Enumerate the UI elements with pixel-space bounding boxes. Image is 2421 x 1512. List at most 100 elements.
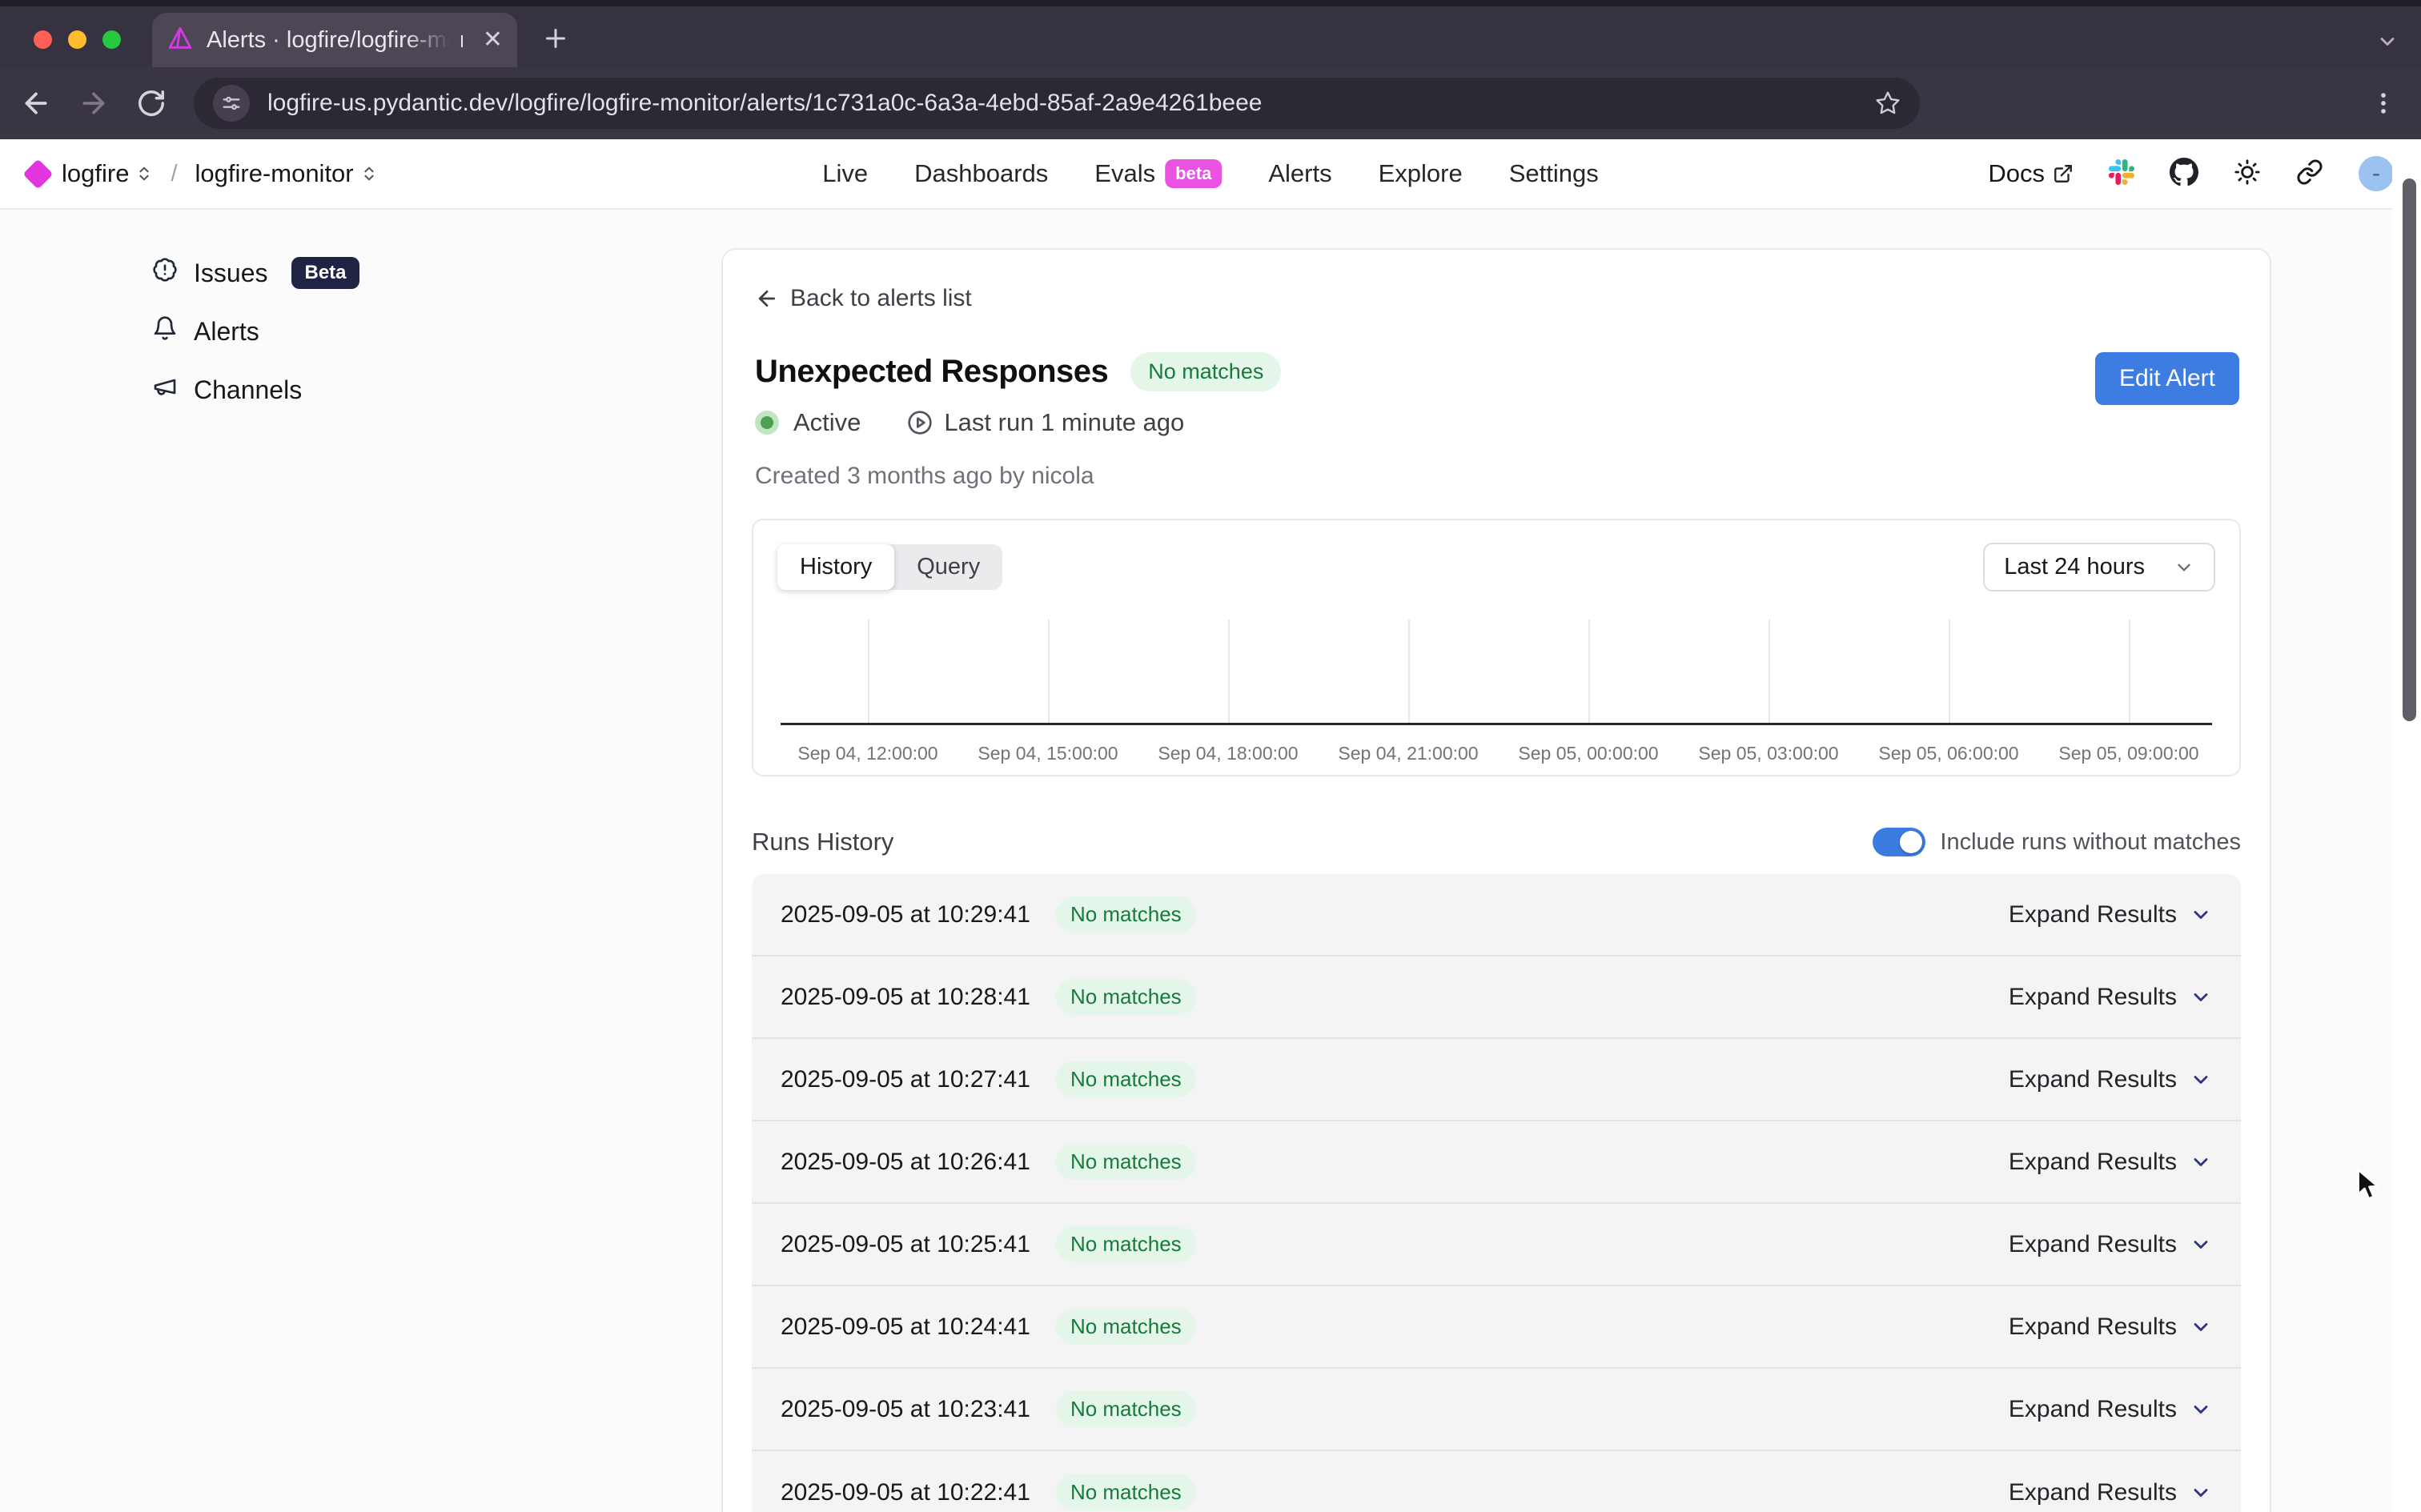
chart-gridline bbox=[2129, 620, 2130, 723]
theme-sun-icon[interactable] bbox=[2234, 158, 2261, 190]
time-range-dropdown[interactable]: Last 24 hours bbox=[1983, 543, 2215, 592]
expand-results-button[interactable]: Expand Results bbox=[2009, 1149, 2212, 1176]
match-status-badge: No matches bbox=[1130, 352, 1281, 391]
minimize-window-button[interactable] bbox=[68, 30, 86, 49]
maximize-window-button[interactable] bbox=[102, 30, 121, 49]
close-window-button[interactable] bbox=[34, 30, 52, 49]
expand-results-button[interactable]: Expand Results bbox=[2009, 1313, 2212, 1341]
chart-gridline bbox=[1228, 620, 1230, 723]
favicon-logfire-icon bbox=[167, 25, 194, 56]
run-timestamp: 2025-09-05 at 10:24:41 bbox=[781, 1313, 1030, 1341]
alert-detail-card: Back to alerts list Unexpected Responses… bbox=[721, 248, 2271, 1512]
runs-chart bbox=[781, 620, 2212, 725]
created-by-text: Created 3 months ago by nicola bbox=[755, 463, 1094, 490]
history-panel: HistoryQuery Last 24 hours Sep 04, 12:00… bbox=[752, 519, 2241, 776]
run-timestamp: 2025-09-05 at 10:25:41 bbox=[781, 1231, 1030, 1258]
sidebar-item-alerts[interactable]: Alerts bbox=[152, 313, 359, 350]
expand-results-button[interactable]: Expand Results bbox=[2009, 901, 2212, 928]
run-match-badge: No matches bbox=[1056, 1144, 1196, 1180]
chart-x-axis-ticks: Sep 04, 12:00:00Sep 04, 15:00:00Sep 04, … bbox=[781, 743, 2212, 767]
expand-results-label: Expand Results bbox=[2009, 1149, 2177, 1176]
toggle-label: Include runs without matches bbox=[1940, 829, 2241, 856]
slack-icon[interactable] bbox=[2109, 159, 2134, 189]
mouse-cursor bbox=[2351, 1167, 2384, 1208]
url-bar[interactable]: logfire-us.pydantic.dev/logfire/logfire-… bbox=[194, 78, 1920, 129]
docs-label: Docs bbox=[1988, 159, 2045, 188]
run-match-badge: No matches bbox=[1056, 1061, 1196, 1097]
include-runs-toggle[interactable] bbox=[1873, 828, 1925, 856]
org-name: logfire bbox=[62, 159, 129, 188]
scrollbar-thumb[interactable] bbox=[2403, 178, 2416, 721]
edit-alert-button[interactable]: Edit Alert bbox=[2095, 352, 2239, 405]
run-row: 2025-09-05 at 10:27:41 No matches Expand R… bbox=[752, 1039, 2241, 1121]
run-row: 2025-09-05 at 10:26:41No matchesExpand R… bbox=[752, 1121, 2241, 1204]
last-run: Last run 1 minute ago bbox=[907, 408, 1184, 437]
nav-explore[interactable]: Explore bbox=[1379, 159, 1463, 188]
alert-status-row: Active Last run 1 minute ago bbox=[755, 408, 1184, 437]
back-to-alerts-link[interactable]: Back to alerts list bbox=[755, 285, 972, 312]
run-timestamp: 2025-09-05 at 10:27:41 bbox=[781, 1066, 1030, 1093]
chevron-down-icon bbox=[2190, 1398, 2212, 1421]
org-selector[interactable]: logfire bbox=[62, 159, 153, 188]
active-label: Active bbox=[793, 408, 861, 437]
tab-query[interactable]: Query bbox=[894, 544, 1002, 590]
browser-tab[interactable]: Alerts · logfire/logfire-monitor ✕ bbox=[152, 13, 517, 67]
project-selector[interactable]: logfire-monitor bbox=[195, 159, 378, 188]
browser-menu-icon[interactable] bbox=[2370, 90, 2397, 117]
bookmark-star-icon[interactable] bbox=[1875, 90, 1901, 116]
expand-results-label: Expand Results bbox=[2009, 901, 2177, 928]
chart-tick-label: Sep 05, 06:00:00 bbox=[1878, 743, 2018, 764]
share-link-icon[interactable] bbox=[2296, 158, 2323, 190]
tab-search-icon[interactable] bbox=[2376, 30, 2399, 57]
expand-results-label: Expand Results bbox=[2009, 984, 2177, 1011]
runs-list: 2025-09-05 at 10:29:41No matchesExpand R… bbox=[752, 874, 2241, 1512]
reload-button[interactable] bbox=[130, 82, 173, 125]
nav-dashboards[interactable]: Dashboards bbox=[914, 159, 1048, 188]
chevron-down-icon bbox=[2190, 1233, 2212, 1256]
chevron-down-icon bbox=[2190, 904, 2212, 926]
last-run-label: Last run 1 minute ago bbox=[944, 408, 1184, 437]
nav-alerts[interactable]: Alerts bbox=[1268, 159, 1331, 188]
tab-title-fade bbox=[405, 21, 461, 61]
tab-close-icon[interactable]: ✕ bbox=[483, 28, 503, 52]
chart-gridline bbox=[1949, 620, 1950, 723]
sidebar-item-issues[interactable]: IssuesBeta bbox=[152, 255, 359, 291]
nav-live[interactable]: Live bbox=[822, 159, 868, 188]
expand-results-button[interactable]: Expand Results bbox=[2009, 1066, 2212, 1093]
docs-link[interactable]: Docs bbox=[1988, 159, 2074, 188]
chevron-down-icon bbox=[2190, 1316, 2212, 1338]
sidebar-item-channels[interactable]: Channels bbox=[152, 371, 359, 408]
nav-settings[interactable]: Settings bbox=[1509, 159, 1599, 188]
tab-history[interactable]: History bbox=[777, 544, 894, 590]
chart-tick-label: Sep 05, 03:00:00 bbox=[1698, 743, 1838, 764]
logfire-logo-icon[interactable] bbox=[22, 158, 53, 189]
chart-tick-label: Sep 04, 18:00:00 bbox=[1158, 743, 1298, 764]
back-button[interactable] bbox=[14, 82, 58, 125]
run-match-badge: No matches bbox=[1056, 1391, 1196, 1427]
github-icon[interactable] bbox=[2170, 158, 2198, 191]
expand-results-button[interactable]: Expand Results bbox=[2009, 1231, 2212, 1258]
chart-tick-label: Sep 04, 21:00:00 bbox=[1338, 743, 1478, 764]
expand-results-button[interactable]: Expand Results bbox=[2009, 1396, 2212, 1423]
include-runs-toggle-group: Include runs without matches bbox=[1873, 828, 2241, 856]
window-controls bbox=[34, 30, 121, 49]
expand-results-button[interactable]: Expand Results bbox=[2009, 984, 2212, 1011]
sidebar-item-label: Channels bbox=[194, 375, 302, 405]
runs-history-header: Runs History Include runs without matche… bbox=[752, 828, 2241, 856]
alert-title-row: Unexpected Responses No matches bbox=[755, 352, 1281, 391]
badge-alert-icon bbox=[152, 257, 178, 289]
sidebar-item-label: Issues bbox=[194, 259, 267, 288]
expand-results-button[interactable]: Expand Results bbox=[2009, 1479, 2212, 1506]
run-row: 2025-09-05 at 10:23:41No matchesExpand R… bbox=[752, 1369, 2241, 1451]
runs-history-title: Runs History bbox=[752, 828, 893, 856]
header-actions: Docs - bbox=[1988, 156, 2394, 191]
site-settings-icon[interactable] bbox=[213, 85, 250, 122]
nav-evals[interactable]: Evalsbeta bbox=[1094, 159, 1222, 188]
megaphone-icon bbox=[152, 374, 178, 406]
nav-label: Alerts bbox=[1268, 159, 1331, 188]
forward-button[interactable] bbox=[72, 82, 115, 125]
new-tab-button[interactable] bbox=[541, 24, 570, 57]
breadcrumb: logfire / logfire-monitor bbox=[27, 159, 378, 188]
user-avatar[interactable]: - bbox=[2359, 156, 2394, 191]
run-match-badge: No matches bbox=[1056, 1474, 1196, 1510]
